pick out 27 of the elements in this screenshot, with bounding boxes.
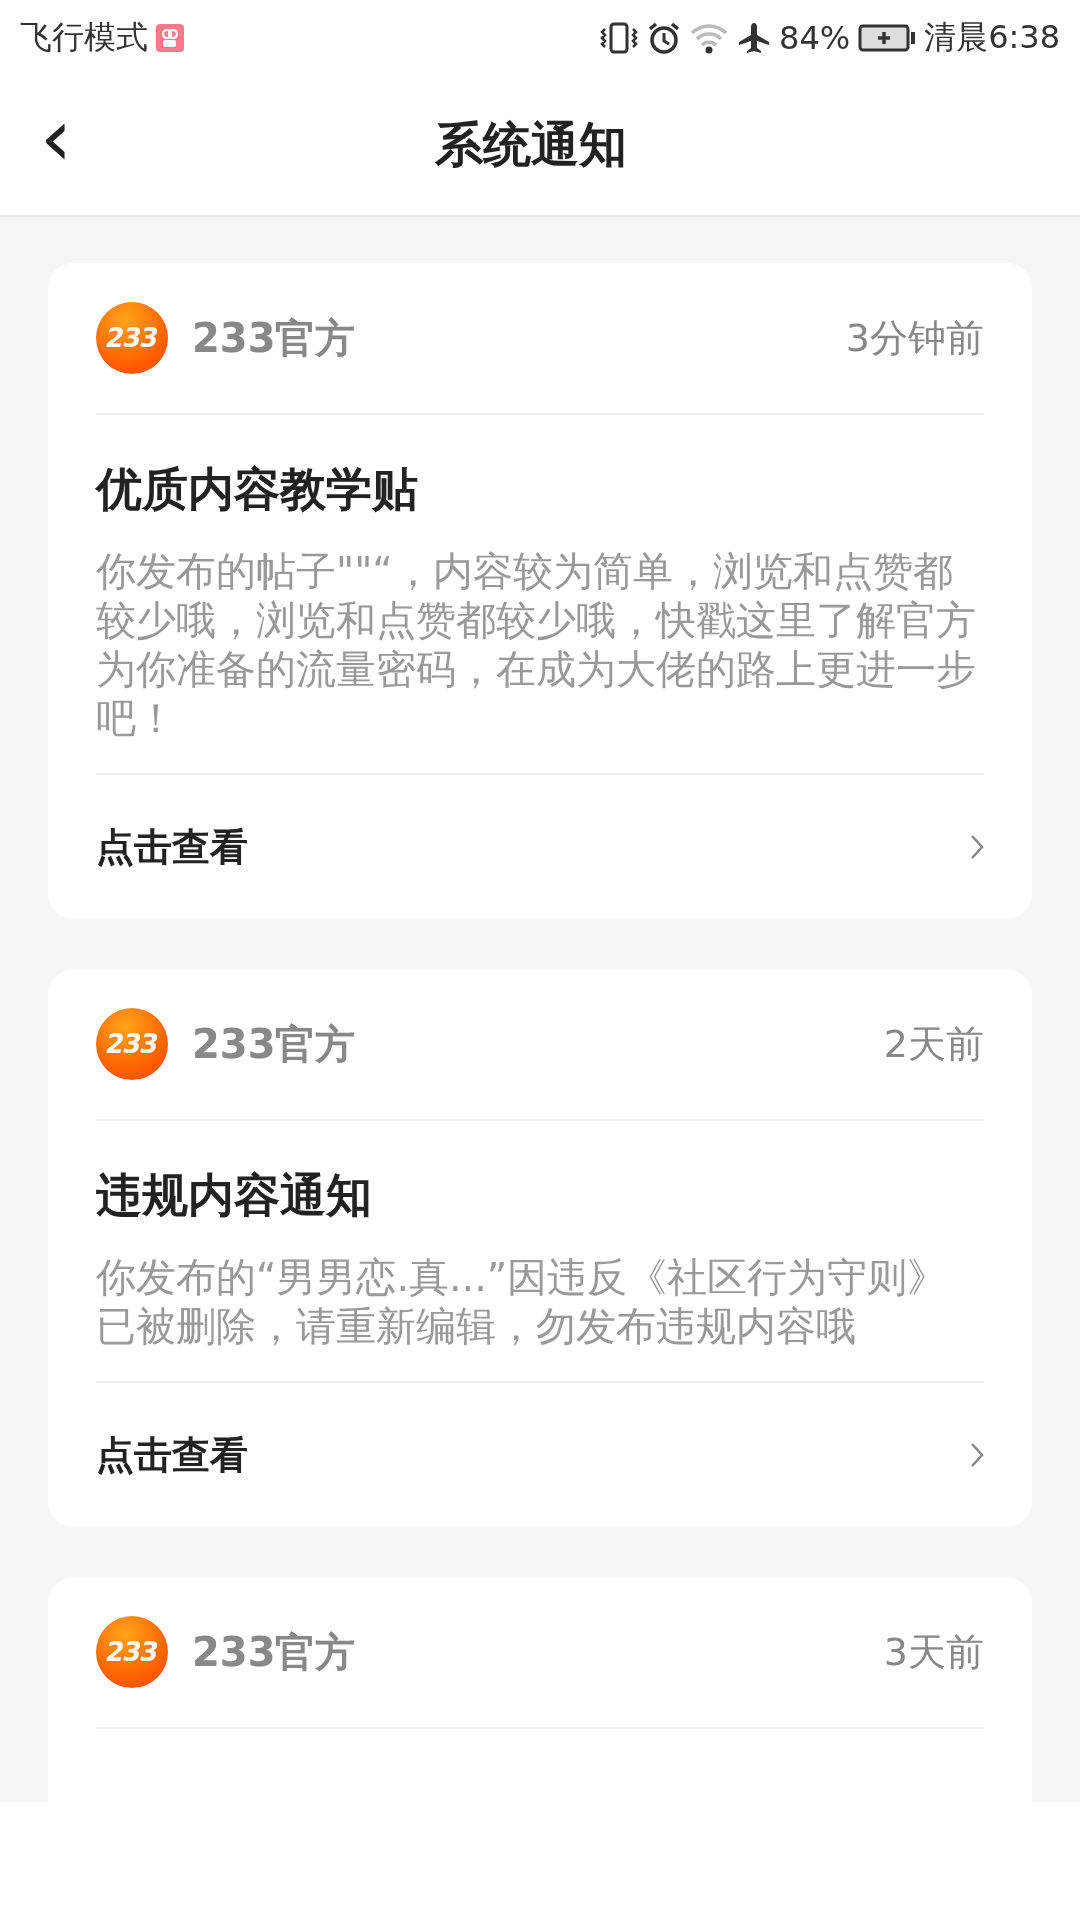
timestamp: 3分钟前 (845, 314, 984, 362)
timestamp: 2天前 (883, 1020, 984, 1068)
logo-badge: 233 (96, 1008, 168, 1080)
view-link[interactable]: 点击查看 (96, 775, 984, 919)
battery-icon (858, 22, 917, 53)
app-notification-icon (156, 23, 184, 52)
sender-name: 233官方 (192, 1019, 357, 1069)
airplane-icon (737, 20, 771, 55)
timestamp: 3天前 (883, 1628, 984, 1676)
clock-time: 清晨6:38 (924, 16, 1060, 58)
sender-name: 233官方 (192, 1627, 357, 1677)
sender-name: 233官方 (192, 313, 357, 363)
vibrate-icon (599, 20, 639, 55)
logo-badge: 233 (96, 1616, 168, 1688)
view-link[interactable]: 点击查看 (96, 1383, 984, 1527)
chevron-right-icon (970, 834, 984, 860)
notification-title: 优质内容教学贴 (96, 461, 419, 518)
alarm-icon (647, 20, 681, 55)
notification-body: 你发布的帖子""“，内容较为简单，浏览和点赞都较少哦，浏览和点赞都较少哦，快戳这里了解官方为你准备的流量密码，在成为大佬的路上更进一步吧！ (96, 521, 984, 775)
notification-title: 违规内容通知 (96, 1167, 373, 1224)
battery-percentage: 84% (779, 18, 851, 57)
airplane-mode-label: 飞行模式 (20, 16, 148, 58)
notification-body: 你发布的“男男恋.真...”因违反《社区行为守则》已被删除，请重新编辑，勿发布违规内容哦 (96, 1227, 984, 1383)
logo-badge: 233 (96, 302, 168, 374)
chevron-right-icon (970, 1442, 984, 1468)
page-title: 系统通知 (435, 115, 627, 174)
back-button[interactable]: ‹ (30, 98, 82, 192)
